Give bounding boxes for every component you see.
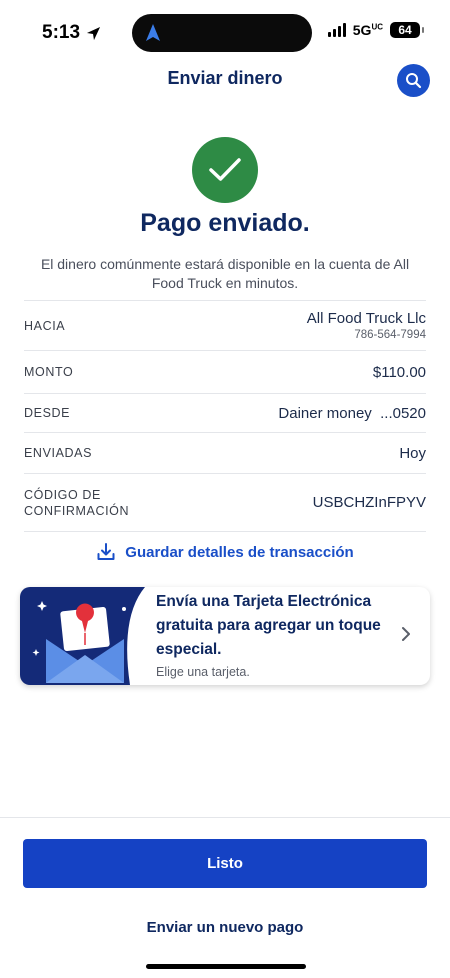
home-indicator[interactable] [146,964,306,969]
ecard-envelope-illustration [20,587,145,685]
from-label: DESDE [24,406,71,420]
battery-level: 64 [390,22,424,38]
network-type: 5GUC [352,22,383,38]
cellular-signal-icon [327,23,346,37]
detail-row-amount: MONTO $110.00 [24,350,426,393]
from-value: Dainer money ...0520 [278,404,426,422]
location-arrow-icon [86,26,101,40]
to-label: HACIA [24,318,66,333]
dynamic-island [132,14,312,52]
ecard-promo-card[interactable]: Envía una Tarjeta Electrónica gratuita p… [20,587,430,685]
chevron-right-icon [402,627,410,641]
recipient-phone: 786-564-7994 [354,329,426,341]
status-time: 5:13 [42,22,81,43]
transaction-details: HACIA All Food Truck Llc 786-564-7994 MO… [24,300,426,532]
amount-label: MONTO [24,365,74,379]
status-bar: 5:13 5GUC 64 [0,0,450,64]
status-time-group: 5:13 [42,22,101,44]
success-description: El dinero comúnmente estará disponible e… [40,256,410,291]
save-transaction-details-link[interactable]: Guardar detalles de transacción [0,542,450,562]
done-button[interactable]: Listo [23,839,427,888]
search-button[interactable] [397,64,430,97]
detail-row-confirmation: CÓDIGO DE CONFIRMACIÓN USBCHZInFPYV [24,473,426,532]
page-title: Enviar dinero [167,68,283,88]
send-new-payment-link[interactable]: Enviar un nuevo pago [0,919,450,936]
checkmark-icon [209,158,241,181]
detail-row-sent: ENVIADAS Hoy [24,432,426,473]
confirmation-code: USBCHZInFPYV [312,494,426,511]
success-check-badge [192,137,258,203]
navigation-app-icon [146,24,160,41]
amount-value: $110.00 [372,363,426,381]
search-icon [406,73,422,89]
status-indicators: 5GUC 64 [327,22,424,38]
detail-row-from: DESDE Dainer money ...0520 [24,393,426,432]
confirmation-label: CÓDIGO DE CONFIRMACIÓN [24,487,130,518]
download-icon [97,543,115,560]
ecard-title: Envía una Tarjeta Electrónica gratuita p… [156,593,381,658]
sent-value: Hoy [399,444,426,462]
sent-label: ENVIADAS [24,446,93,460]
recipient-name: All Food Truck Llc [306,310,426,327]
save-details-label: Guardar detalles de transacción [125,543,354,561]
footer-divider [0,817,450,818]
to-value: All Food Truck Llc 786-564-7994 [307,310,426,341]
ecard-subtitle: Elige una tarjeta. [156,665,250,679]
success-title: Pago enviado. [140,209,310,237]
detail-row-to: HACIA All Food Truck Llc 786-564-7994 [24,300,426,350]
